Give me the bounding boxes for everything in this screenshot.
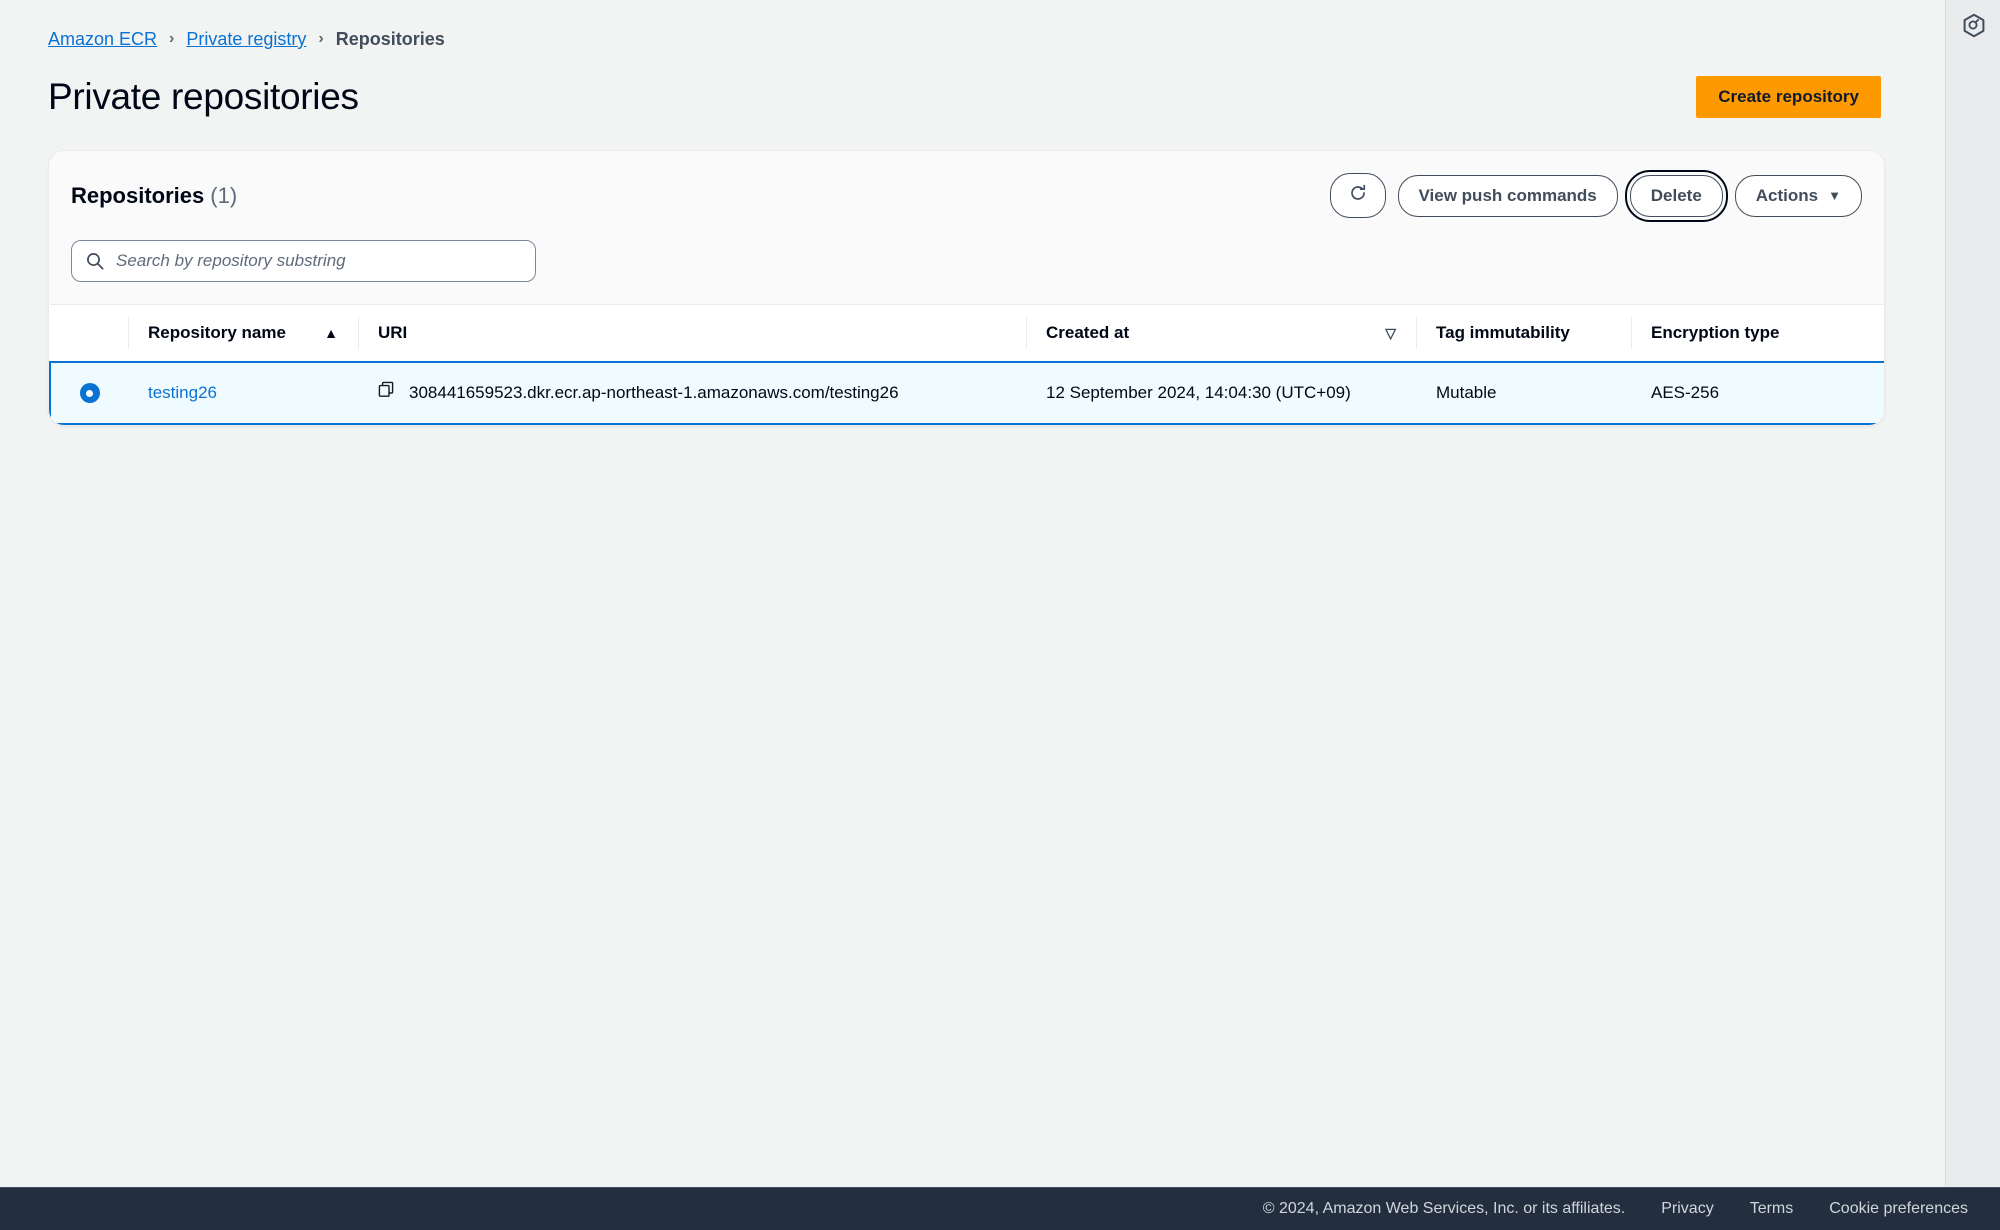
column-header-repository-name-label: Repository name [148, 322, 286, 342]
card-header-row: Repositories (1) View push commands Delet… [71, 169, 1862, 222]
table-body: testing26 308441659523.dkr.ecr.ap-northe… [49, 360, 1884, 425]
column-header-encryption-type-label: Encryption type [1651, 322, 1780, 342]
column-header-created-at[interactable]: Created at ▽ [1026, 304, 1416, 362]
column-header-encryption-type[interactable]: Encryption type [1631, 304, 1884, 362]
page-header: Private repositories Create repository [0, 50, 1945, 120]
page-footer: © 2024, Amazon Web Services, Inc. or its… [0, 1187, 2000, 1230]
search-container [71, 240, 536, 282]
repositories-table: Repository name ▲ URI Created at ▽ Tag i… [49, 304, 1884, 425]
table-head: Repository name ▲ URI Created at ▽ Tag i… [50, 304, 1884, 362]
sort-ascending-icon[interactable]: ▲ [324, 326, 338, 340]
column-header-created-at-label: Created at [1046, 322, 1130, 342]
footer-copyright: © 2024, Amazon Web Services, Inc. or its… [1262, 1200, 1626, 1217]
actions-dropdown-button[interactable]: Actions ▼ [1734, 174, 1862, 217]
cell-tag-immutability: Mutable [1416, 360, 1631, 425]
main-content: Amazon ECR › Private registry › Reposito… [0, 0, 1945, 1187]
refresh-button[interactable] [1329, 173, 1386, 218]
card-header: Repositories (1) View push commands Delet… [49, 151, 1884, 304]
table-toolbar: View push commands Delete Actions ▼ [1329, 169, 1862, 222]
footer-link-cookie-preferences[interactable]: Cookie preferences [1829, 1200, 1968, 1218]
column-header-uri[interactable]: URI [358, 304, 1026, 362]
page-title: Private repositories [48, 76, 359, 117]
breadcrumb-item-amazon-ecr[interactable]: Amazon ECR [48, 28, 157, 50]
breadcrumb-separator-icon: › [169, 30, 175, 47]
column-header-uri-label: URI [378, 322, 408, 342]
footer-link-terms[interactable]: Terms [1750, 1200, 1794, 1218]
footer-link-privacy[interactable]: Privacy [1661, 1200, 1713, 1218]
delete-button[interactable]: Delete [1624, 169, 1728, 222]
hexagon-annotation-icon[interactable] [1957, 9, 1991, 43]
view-push-commands-button[interactable]: View push commands [1397, 174, 1618, 217]
table-row[interactable]: testing26 308441659523.dkr.ecr.ap-northe… [49, 360, 1884, 425]
repository-name-link[interactable]: testing26 [148, 383, 217, 402]
repositories-heading: Repositories (1) [71, 183, 237, 209]
copy-icon[interactable] [378, 381, 397, 405]
repositories-count: (1) [210, 182, 238, 208]
row-select-cell[interactable] [49, 360, 128, 425]
repositories-heading-label: Repositories [71, 182, 205, 208]
uri-text: 308441659523.dkr.ecr.ap-northeast-1.amaz… [409, 382, 899, 402]
column-header-select [50, 304, 128, 362]
right-tool-panel [1945, 0, 2000, 1187]
breadcrumb-item-repositories: Repositories [335, 29, 445, 49]
cell-created-at: 12 September 2024, 14:04:30 (UTC+09) [1026, 360, 1416, 425]
column-header-tag-immutability-label: Tag immutability [1436, 322, 1570, 342]
cell-uri: 308441659523.dkr.ecr.ap-northeast-1.amaz… [358, 360, 1026, 425]
column-header-tag-immutability[interactable]: Tag immutability [1416, 304, 1631, 362]
actions-label: Actions [1755, 185, 1819, 205]
cell-encryption-type: AES-256 [1631, 360, 1884, 425]
repositories-card: Repositories (1) View push commands Delet… [48, 150, 1885, 426]
column-header-repository-name[interactable]: Repository name ▲ [128, 304, 358, 362]
table-header-row: Repository name ▲ URI Created at ▽ Tag i… [50, 304, 1884, 362]
cell-repository-name: testing26 [128, 360, 358, 425]
row-radio-button[interactable] [79, 383, 100, 404]
refresh-icon [1348, 183, 1368, 208]
sort-descending-icon[interactable]: ▽ [1385, 326, 1396, 340]
chevron-down-icon: ▼ [1828, 187, 1841, 203]
breadcrumb-item-private-registry[interactable]: Private registry [186, 28, 306, 50]
search-input[interactable] [71, 240, 536, 282]
create-repository-button[interactable]: Create repository [1696, 76, 1881, 118]
breadcrumb-separator-icon: › [318, 30, 324, 47]
breadcrumb: Amazon ECR › Private registry › Reposito… [0, 0, 1945, 50]
